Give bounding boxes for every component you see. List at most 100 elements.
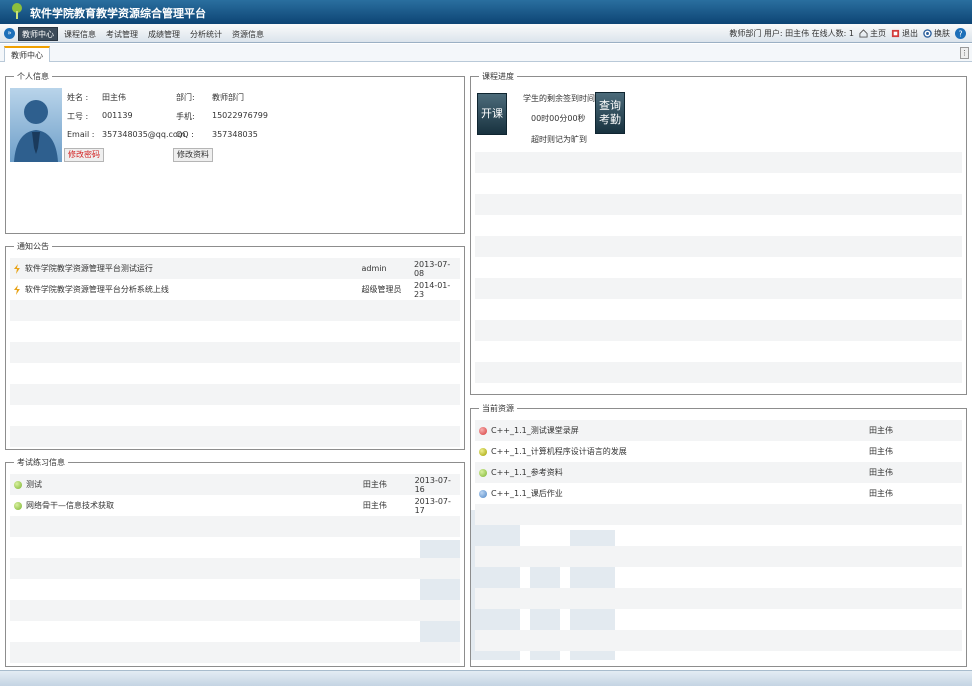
- course-list: [475, 152, 962, 383]
- nav-item-grade-management[interactable]: 成绩管理: [144, 27, 184, 41]
- email-value: 357348035@qq.com: [102, 130, 186, 139]
- list-item[interactable]: C++_1.1_测试课堂录屏 田主伟: [475, 420, 962, 441]
- lightning-icon: [13, 284, 20, 295]
- resource-title[interactable]: C++_1.1_计算机程序设计语言的发展: [491, 446, 869, 457]
- resource-title[interactable]: C++_1.1_测试课堂录屏: [491, 425, 869, 436]
- user-status-area: 教师部门 用户: 田主伟 在线人数: 1 主页 退出 换肤 ?: [729, 27, 968, 40]
- exams-legend: 考试练习信息: [14, 457, 68, 468]
- logout-icon: [891, 29, 900, 38]
- exam-author: 田主伟: [362, 480, 387, 489]
- phone-label: 手机:: [176, 112, 195, 121]
- list-item[interactable]: C++_1.1_计算机程序设计语言的发展 田主伟: [475, 441, 962, 462]
- home-label: 主页: [870, 29, 886, 38]
- skin-icon: [923, 29, 932, 38]
- home-icon: [859, 29, 868, 38]
- nav-item-statistics[interactable]: 分析统计: [186, 27, 226, 41]
- menu-bar: » 教师中心 课程信息 考试管理 成绩管理 分析统计 资源信息 教师部门 用户:…: [0, 24, 972, 43]
- phone-value: 15022976799: [212, 111, 268, 120]
- tab-strip: 教师中心 ⋮: [0, 44, 972, 62]
- name-label: 姓名 :: [67, 93, 89, 102]
- green-dot-icon: [14, 501, 22, 510]
- list-item[interactable]: 测试 田主伟 2013-07-16: [10, 474, 460, 495]
- svg-text:?: ?: [958, 29, 962, 38]
- list-item[interactable]: 软件学院教学资源管理平台测试运行 admin 2013-07-08: [10, 258, 460, 279]
- dept-value: 教师部门: [212, 93, 244, 102]
- resource-title[interactable]: C++_1.1_课后作业: [491, 488, 869, 499]
- timeout-note: 超时则记为旷到: [531, 135, 587, 144]
- qq-label: QQ :: [176, 130, 194, 139]
- qq-value: 357348035: [212, 130, 258, 139]
- edit-profile-button[interactable]: 修改资料: [173, 148, 213, 162]
- start-class-button[interactable]: 开课: [477, 93, 507, 135]
- menu-toggle-icon[interactable]: »: [4, 28, 15, 39]
- skin-label: 换肤: [934, 29, 950, 38]
- countdown-timer: 00时00分00秒: [531, 114, 586, 123]
- notice-date: 2014-01-23: [413, 280, 451, 299]
- exams-panel: 考试练习信息 测试 田主伟 2013-07-16 网络骨干—信息技术获取 田主伟…: [5, 457, 465, 667]
- resources-list: C++_1.1_测试课堂录屏 田主伟 C++_1.1_计算机程序设计语言的发展 …: [475, 420, 962, 651]
- exam-title[interactable]: 测试: [26, 479, 363, 490]
- resource-owner: 田主伟: [869, 426, 893, 435]
- main-nav: 教师中心 课程信息 考试管理 成绩管理 分析统计 资源信息: [18, 27, 268, 41]
- nav-item-exam-management[interactable]: 考试管理: [102, 27, 142, 41]
- green-dot-icon: [14, 480, 22, 489]
- email-label: Email :: [67, 130, 95, 139]
- exam-date: 2013-07-17: [414, 496, 451, 515]
- exam-author: 田主伟: [362, 501, 387, 510]
- nav-item-resource-info[interactable]: 资源信息: [228, 27, 268, 41]
- notice-author: admin: [361, 264, 387, 273]
- blue-dot-icon: [479, 489, 487, 498]
- list-item[interactable]: C++_1.1_课后作业 田主伟: [475, 483, 962, 504]
- notice-date: 2013-07-08: [413, 259, 451, 278]
- logout-label: 退出: [902, 29, 918, 38]
- resource-title[interactable]: C++_1.1_参考资料: [491, 467, 869, 478]
- change-password-button[interactable]: 修改密码: [64, 148, 104, 162]
- list-item[interactable]: 软件学院教学资源管理平台分析系统上线 超级管理员 2014-01-23: [10, 279, 460, 300]
- resource-owner: 田主伟: [869, 447, 893, 456]
- id-value: 001139: [102, 111, 133, 120]
- avatar: [10, 88, 62, 162]
- list-item[interactable]: 网络骨干—信息技术获取 田主伟 2013-07-17: [10, 495, 460, 516]
- logout-link[interactable]: 退出: [891, 27, 918, 40]
- resources-legend: 当前资源: [479, 403, 517, 414]
- list-item[interactable]: C++_1.1_参考资料 田主伟: [475, 462, 962, 483]
- tab-scroll-icon[interactable]: ⋮: [960, 47, 969, 59]
- footer-bar: [0, 670, 972, 686]
- sign-in-title: 学生的剩余签到时间: [523, 94, 595, 103]
- user-info-text: 教师部门 用户: 田主伟 在线人数: 1: [729, 29, 854, 38]
- yellow-dot-icon: [479, 447, 487, 456]
- notices-list: 软件学院教学资源管理平台测试运行 admin 2013-07-08 软件学院教学…: [10, 258, 460, 447]
- id-label: 工号 :: [67, 112, 89, 121]
- exam-title[interactable]: 网络骨干—信息技术获取: [26, 500, 363, 511]
- home-link[interactable]: 主页: [859, 27, 886, 40]
- name-value: 田主伟: [102, 93, 126, 102]
- app-title: 软件学院教育教学资源综合管理平台: [30, 7, 206, 20]
- resources-panel: 当前资源 C++_1.1_测试课堂录屏 田主伟 C++_1.1_计算机程序设计语…: [470, 403, 967, 667]
- dept-label: 部门:: [176, 93, 195, 102]
- notices-panel: 通知公告 软件学院教学资源管理平台测试运行 admin 2013-07-08 软…: [5, 241, 465, 450]
- logo-icon: [12, 3, 22, 19]
- exam-date: 2013-07-16: [414, 475, 451, 494]
- course-progress-panel: 课程进度 开课 学生的剩余签到时间 00时00分00秒 超时则记为旷到 查询考勤: [470, 71, 967, 395]
- green-dot-icon: [479, 468, 487, 477]
- red-dot-icon: [479, 426, 487, 435]
- notice-title[interactable]: 软件学院教学资源管理平台分析系统上线: [25, 284, 362, 295]
- lightning-icon: [13, 263, 20, 274]
- course-legend: 课程进度: [479, 71, 517, 82]
- app-header: 软件学院教育教学资源综合管理平台: [0, 0, 972, 24]
- check-attendance-button[interactable]: 查询考勤: [595, 92, 625, 134]
- resource-owner: 田主伟: [869, 489, 893, 498]
- nav-item-course-info[interactable]: 课程信息: [60, 27, 100, 41]
- help-icon[interactable]: ?: [955, 28, 966, 39]
- profile-legend: 个人信息: [14, 71, 52, 82]
- notice-author: 超级管理员: [361, 285, 402, 294]
- skin-link[interactable]: 换肤: [923, 27, 950, 40]
- tab-teacher-center[interactable]: 教师中心: [4, 46, 50, 62]
- profile-panel: 个人信息 姓名 : 田主伟 部门: 教师部门 工号 : 001139 手机: 1…: [5, 71, 465, 234]
- notice-title[interactable]: 软件学院教学资源管理平台测试运行: [25, 263, 362, 274]
- avatar-icon: [14, 100, 58, 162]
- exams-list: 测试 田主伟 2013-07-16 网络骨干—信息技术获取 田主伟 2013-0…: [10, 474, 460, 663]
- nav-item-teacher-center[interactable]: 教师中心: [18, 27, 58, 41]
- notices-legend: 通知公告: [14, 241, 52, 252]
- resource-owner: 田主伟: [869, 468, 893, 477]
